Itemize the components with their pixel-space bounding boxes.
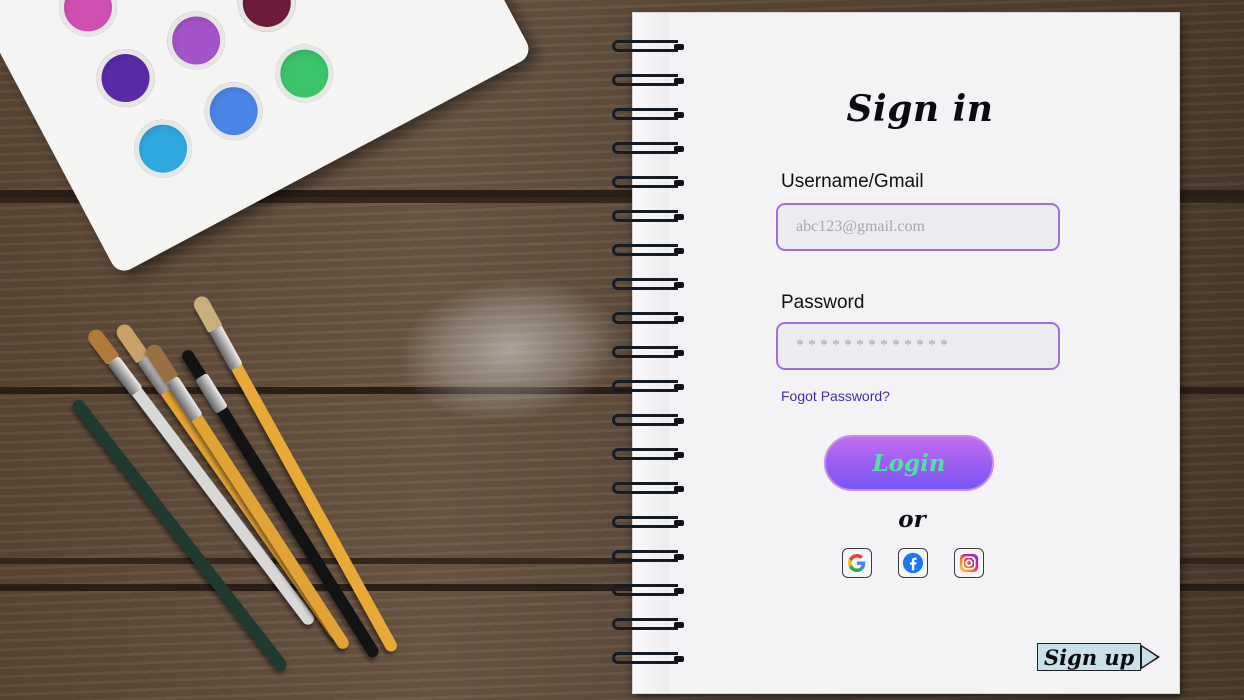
forgot-password-link[interactable]: Fogot Password? (781, 388, 890, 404)
paint-stain (391, 265, 629, 435)
paint-pan (194, 71, 273, 151)
instagram-icon (959, 553, 979, 573)
spiral-ring (612, 448, 684, 460)
google-icon (848, 554, 866, 572)
spiral-ring (612, 618, 684, 630)
signup-link[interactable]: Sign up (1037, 642, 1161, 672)
spiral-ring (612, 40, 684, 52)
password-input[interactable]: ************* (776, 322, 1060, 370)
page-title: Sign in (846, 88, 994, 130)
facebook-icon (902, 552, 924, 574)
username-input[interactable]: abc123@gmail.com (776, 203, 1060, 251)
spiral-ring (612, 312, 684, 324)
facebook-login-button[interactable] (898, 548, 928, 578)
google-login-button[interactable] (842, 548, 872, 578)
spiral-ring (612, 380, 684, 392)
paint-pan (119, 0, 198, 10)
paint-pan (156, 1, 236, 80)
paint-pan (265, 34, 344, 113)
login-button[interactable]: Login (824, 435, 994, 491)
spiral-ring (612, 414, 684, 426)
username-placeholder: abc123@gmail.com (796, 218, 925, 235)
spiral-ring (612, 74, 684, 86)
instagram-login-button[interactable] (954, 548, 984, 578)
spiral-ring (612, 482, 684, 494)
signup-label: Sign up (1037, 643, 1142, 671)
password-placeholder: ************* (796, 337, 952, 354)
paint-pan (86, 38, 165, 118)
spiral-binding (612, 36, 692, 676)
spiral-ring (612, 210, 684, 222)
paint-pan (227, 0, 307, 43)
spiral-ring (612, 108, 684, 120)
spiral-ring (612, 652, 684, 664)
username-label: Username/Gmail (781, 171, 924, 192)
spiral-ring (612, 550, 684, 562)
or-divider: or (898, 506, 926, 533)
spiral-ring (612, 278, 684, 290)
arrow-right-icon (1140, 644, 1161, 670)
password-label: Password (781, 292, 865, 313)
paint-pan (48, 0, 128, 47)
spiral-ring (612, 176, 684, 188)
paint-pan (123, 109, 203, 188)
spiral-ring (612, 244, 684, 256)
login-button-label: Login (872, 449, 946, 477)
spiral-ring (612, 516, 684, 528)
spiral-ring (612, 346, 684, 358)
spiral-ring (612, 142, 684, 154)
spiral-ring (612, 584, 684, 596)
